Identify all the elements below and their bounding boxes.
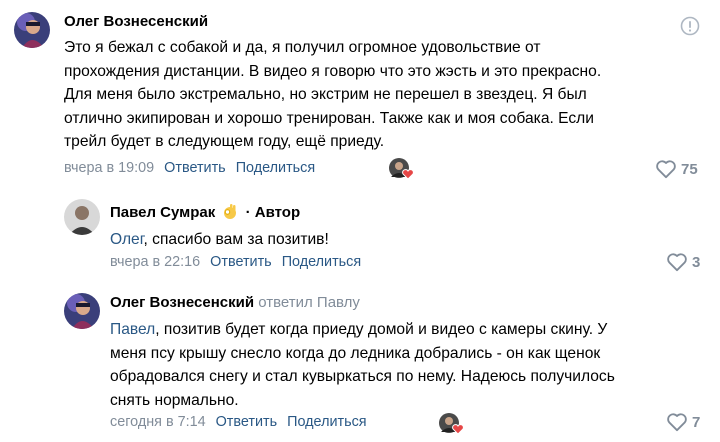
author-name: Олег Вознесенский ответил Павлу xyxy=(110,294,360,311)
text-line: , позитив будет когда приеду домой и вид… xyxy=(155,321,608,338)
text-line: отлично экипирован и хорошо тренирован. … xyxy=(64,109,594,127)
mention-link[interactable]: Павел xyxy=(110,321,155,338)
share-button[interactable]: Поделиться xyxy=(282,254,361,270)
ok-hand-emoji-icon xyxy=(224,204,237,219)
comment-1: Олег Вознесенский Это я бежал с собакой … xyxy=(0,0,720,190)
text-line: Для меня было экстремально, но экстрим н… xyxy=(64,86,587,103)
like-button[interactable]: 3 xyxy=(666,252,700,272)
mention-link[interactable]: Олег xyxy=(110,231,144,248)
comment-text: Павел, позитив будет когда приеду домой … xyxy=(110,318,710,412)
comment-3: Олег Вознесенский ответил Павлу Павел, п… xyxy=(0,284,720,442)
share-button[interactable]: Поделиться xyxy=(287,414,366,430)
timestamp[interactable]: сегодня в 7:14 xyxy=(110,414,206,430)
avatar[interactable] xyxy=(14,12,50,48)
author-link[interactable]: Павел Сумрак xyxy=(110,204,215,221)
text-line: прохождения дистанции. В видео я говорю … xyxy=(64,62,602,80)
comment-footer: вчера в 19:09 Ответить Поделиться xyxy=(64,160,315,176)
comment-footer: вчера в 22:16 Ответить Поделиться xyxy=(110,254,361,270)
like-count: 75 xyxy=(681,160,698,178)
reply-button[interactable]: Ответить xyxy=(210,254,272,270)
reactor-avatar[interactable] xyxy=(438,412,468,436)
author-link[interactable]: Олег Вознесенский xyxy=(110,294,254,311)
avatar[interactable] xyxy=(64,199,100,235)
share-button[interactable]: Поделиться xyxy=(236,160,315,176)
like-count: 3 xyxy=(692,253,701,271)
text-line: трейл будет в следующем году, ещё приеду… xyxy=(64,133,385,150)
heart-icon xyxy=(667,253,687,272)
comment-text: Олег, спасибо вам за позитив! xyxy=(110,228,710,252)
text-line: Это я бежал с собакой и да, я получил ог… xyxy=(64,39,541,56)
text-body: , спасибо вам за позитив! xyxy=(143,231,329,248)
like-button[interactable]: 7 xyxy=(666,412,700,432)
text-line: снять нормально. xyxy=(110,391,239,409)
text-line: обрадовался снегу и стал кувыркаться по … xyxy=(110,368,615,385)
author-name: Павел Сумрак · Автор xyxy=(110,204,301,221)
author-name[interactable]: Олег Вознесенский xyxy=(64,13,208,30)
reactor-avatar[interactable] xyxy=(388,157,418,181)
timestamp[interactable]: вчера в 19:09 xyxy=(64,160,154,176)
like-button[interactable]: 75 xyxy=(655,159,698,179)
timestamp[interactable]: вчера в 22:16 xyxy=(110,254,200,270)
heart-icon xyxy=(667,413,687,432)
text-line: меня псу крышу снесло когда до ледника д… xyxy=(110,344,601,362)
replied-to-label[interactable]: ответил Павлу xyxy=(258,294,360,311)
heart-icon xyxy=(656,160,676,179)
comment-2: Павел Сумрак · Автор Олег, спасибо вам з… xyxy=(0,190,720,284)
comment-text: Это я бежал с собакой и да, я получил ог… xyxy=(64,36,704,154)
author-badge: Автор xyxy=(254,204,301,221)
avatar[interactable] xyxy=(64,293,100,329)
comment-footer: сегодня в 7:14 Ответить Поделиться xyxy=(110,414,367,430)
reply-button[interactable]: Ответить xyxy=(216,414,278,430)
reply-button[interactable]: Ответить xyxy=(164,160,226,176)
like-count: 7 xyxy=(692,413,701,431)
